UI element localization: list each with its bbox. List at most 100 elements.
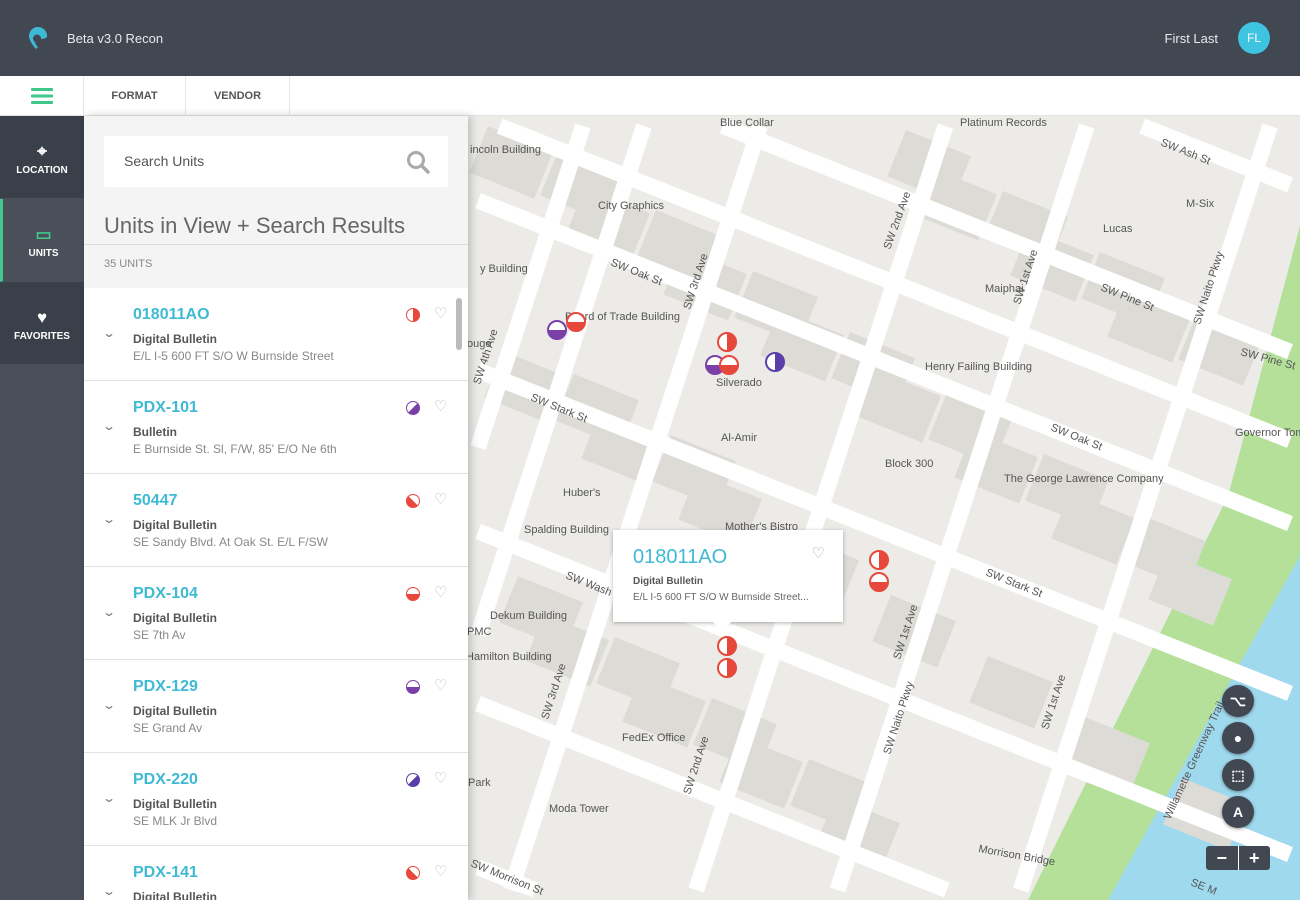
map-pin[interactable] xyxy=(717,636,737,656)
road-button[interactable]: A xyxy=(1222,796,1254,828)
filter-bar: FORMAT VENDOR xyxy=(0,76,1300,116)
unit-id[interactable]: PDX-141 xyxy=(133,864,198,882)
map-pin[interactable] xyxy=(719,355,739,375)
map-label: y Building xyxy=(480,263,528,275)
chevron-down-icon[interactable]: ⌄ xyxy=(102,884,116,898)
unit-format: Digital Bulletin xyxy=(133,890,217,900)
unit-address: SE Sandy Blvd. At Oak St. E/L F/SW xyxy=(133,535,328,549)
list-item[interactable]: ⌄ 50447 Digital Bulletin SE Sandy Blvd. … xyxy=(84,474,468,567)
avatar[interactable]: FL xyxy=(1238,22,1270,54)
heart-icon[interactable]: ♡ xyxy=(434,769,447,787)
unit-status-icon xyxy=(406,308,420,322)
chevron-down-icon[interactable]: ⌄ xyxy=(102,512,116,526)
popup-format: Digital Bulletin xyxy=(633,576,703,587)
list-item[interactable]: ⌄ PDX-129 Digital Bulletin SE Grand Av ♡ xyxy=(84,660,468,753)
logo-icon xyxy=(29,26,48,49)
app-title: Beta v3.0 Recon xyxy=(67,31,164,46)
menu-button[interactable] xyxy=(0,76,84,116)
map-pin[interactable] xyxy=(566,312,586,332)
map-label: Governor Tom McCall Waterfront Park xyxy=(1235,427,1300,439)
unit-status-icon xyxy=(406,866,420,880)
map-label: Henry Failing Building xyxy=(925,361,1032,373)
list-item[interactable]: ⌄ PDX-141 Digital Bulletin ♡ xyxy=(84,846,468,900)
unit-address: SE MLK Jr Blvd xyxy=(133,814,218,828)
chevron-down-icon[interactable]: ⌄ xyxy=(102,791,116,805)
heart-icon[interactable]: ♡ xyxy=(812,544,825,562)
location-pin-icon: ● xyxy=(1233,730,1243,746)
map[interactable]: Blue Collar Platinum Records SW Ash St inco… xyxy=(468,116,1300,900)
popup-address: E/L I-5 600 FT S/O W Burnside Street... xyxy=(633,592,809,603)
zoom-control: − + xyxy=(1206,846,1270,870)
map-icon: ⌖ xyxy=(37,142,47,161)
map-pin[interactable] xyxy=(765,352,785,372)
search-icon[interactable] xyxy=(406,150,430,174)
user-name[interactable]: First Last xyxy=(1165,31,1218,46)
list-item[interactable]: ⌄ 018011AO Digital Bulletin E/L I-5 600 … xyxy=(84,288,468,381)
map-pin[interactable] xyxy=(717,332,737,352)
chevron-down-icon[interactable]: ⌄ xyxy=(102,698,116,712)
scrollbar[interactable] xyxy=(456,298,462,350)
unit-id[interactable]: 50447 xyxy=(133,492,178,510)
map-label: Dekum Building xyxy=(490,610,567,622)
search-input[interactable]: Search Units xyxy=(104,136,448,187)
map-label: Lucas xyxy=(1103,223,1133,235)
map-label: Block 300 xyxy=(885,458,933,470)
zoom-out-button[interactable]: − xyxy=(1206,846,1239,870)
heart-icon[interactable]: ♡ xyxy=(434,304,447,322)
list-item[interactable]: ⌄ PDX-101 Bulletin E Burnside St. Sl, F/… xyxy=(84,381,468,474)
route-button[interactable]: ⌥ xyxy=(1222,685,1254,717)
chevron-down-icon[interactable]: ⌄ xyxy=(102,605,116,619)
map-label: Spalding Building xyxy=(524,524,609,536)
map-label: Huber's xyxy=(563,487,601,499)
unit-format: Digital Bulletin xyxy=(133,611,217,625)
unit-address: E Burnside St. Sl, F/W, 85' E/O Ne 6th xyxy=(133,442,337,456)
zoom-in-button[interactable]: + xyxy=(1239,846,1271,870)
map-pin[interactable] xyxy=(547,320,567,340)
map-label: FedEx Office xyxy=(622,732,685,744)
map-label: Park xyxy=(468,777,491,789)
unit-popup[interactable]: 018011AO ♡ Digital Bulletin E/L I-5 600 … xyxy=(613,530,843,631)
nav-units[interactable]: ▭ UNITS xyxy=(0,199,84,282)
nav-location[interactable]: ⌖ LOCATION xyxy=(0,116,84,199)
map-label: M-Six xyxy=(1186,198,1215,210)
map-road xyxy=(475,193,1293,532)
heart-icon[interactable]: ♡ xyxy=(434,862,447,880)
heart-icon[interactable]: ♡ xyxy=(434,397,447,415)
map-label: SW Morrison St xyxy=(469,858,545,898)
unit-id[interactable]: PDX-101 xyxy=(133,399,198,417)
unit-address: E/L I-5 600 FT S/O W Burnside Street xyxy=(133,349,334,363)
map-pin[interactable] xyxy=(869,550,889,570)
unit-id[interactable]: 018011AO xyxy=(133,306,210,324)
list-item[interactable]: ⌄ PDX-220 Digital Bulletin SE MLK Jr Blv… xyxy=(84,753,468,846)
area-search-icon: ⬚ xyxy=(1231,767,1245,783)
units-panel: Search Units Units in View + Search Resu… xyxy=(84,116,468,900)
locate-button[interactable]: ● xyxy=(1222,722,1254,754)
unit-address: SE Grand Av xyxy=(133,721,203,735)
heart-icon[interactable]: ♡ xyxy=(434,490,447,508)
map-pin[interactable] xyxy=(869,572,889,592)
map-canvas[interactable]: Blue Collar Platinum RecordsSW Ash Stinco… xyxy=(468,116,1300,900)
area-search-button[interactable]: ⬚ xyxy=(1222,759,1254,791)
unit-id[interactable]: PDX-104 xyxy=(133,585,198,603)
billboard-icon: ▭ xyxy=(35,225,52,244)
map-label: Silverado xyxy=(716,377,762,389)
popup-unit-id[interactable]: 018011AO xyxy=(633,546,727,569)
unit-format: Digital Bulletin xyxy=(133,518,217,532)
road-icon: A xyxy=(1232,804,1244,820)
unit-id[interactable]: PDX-129 xyxy=(133,678,198,696)
map-pin[interactable] xyxy=(717,658,737,678)
hamburger-icon xyxy=(30,88,53,104)
chevron-down-icon[interactable]: ⌄ xyxy=(102,326,116,340)
map-label: Morrison Bridge xyxy=(977,843,1056,868)
tab-vendor[interactable]: VENDOR xyxy=(186,76,290,116)
heart-icon[interactable]: ♡ xyxy=(434,583,447,601)
heart-icon[interactable]: ♡ xyxy=(434,676,447,694)
unit-id[interactable]: PDX-220 xyxy=(133,771,198,789)
map-label: Hamilton Building xyxy=(468,651,552,663)
chevron-down-icon[interactable]: ⌄ xyxy=(102,419,116,433)
tab-format[interactable]: FORMAT xyxy=(84,76,186,116)
nav-favorites[interactable]: ♥ FAVORITES xyxy=(0,282,84,365)
unit-format: Digital Bulletin xyxy=(133,797,217,811)
list-item[interactable]: ⌄ PDX-104 Digital Bulletin SE 7th Av ♡ xyxy=(84,567,468,660)
unit-format: Bulletin xyxy=(133,425,177,439)
